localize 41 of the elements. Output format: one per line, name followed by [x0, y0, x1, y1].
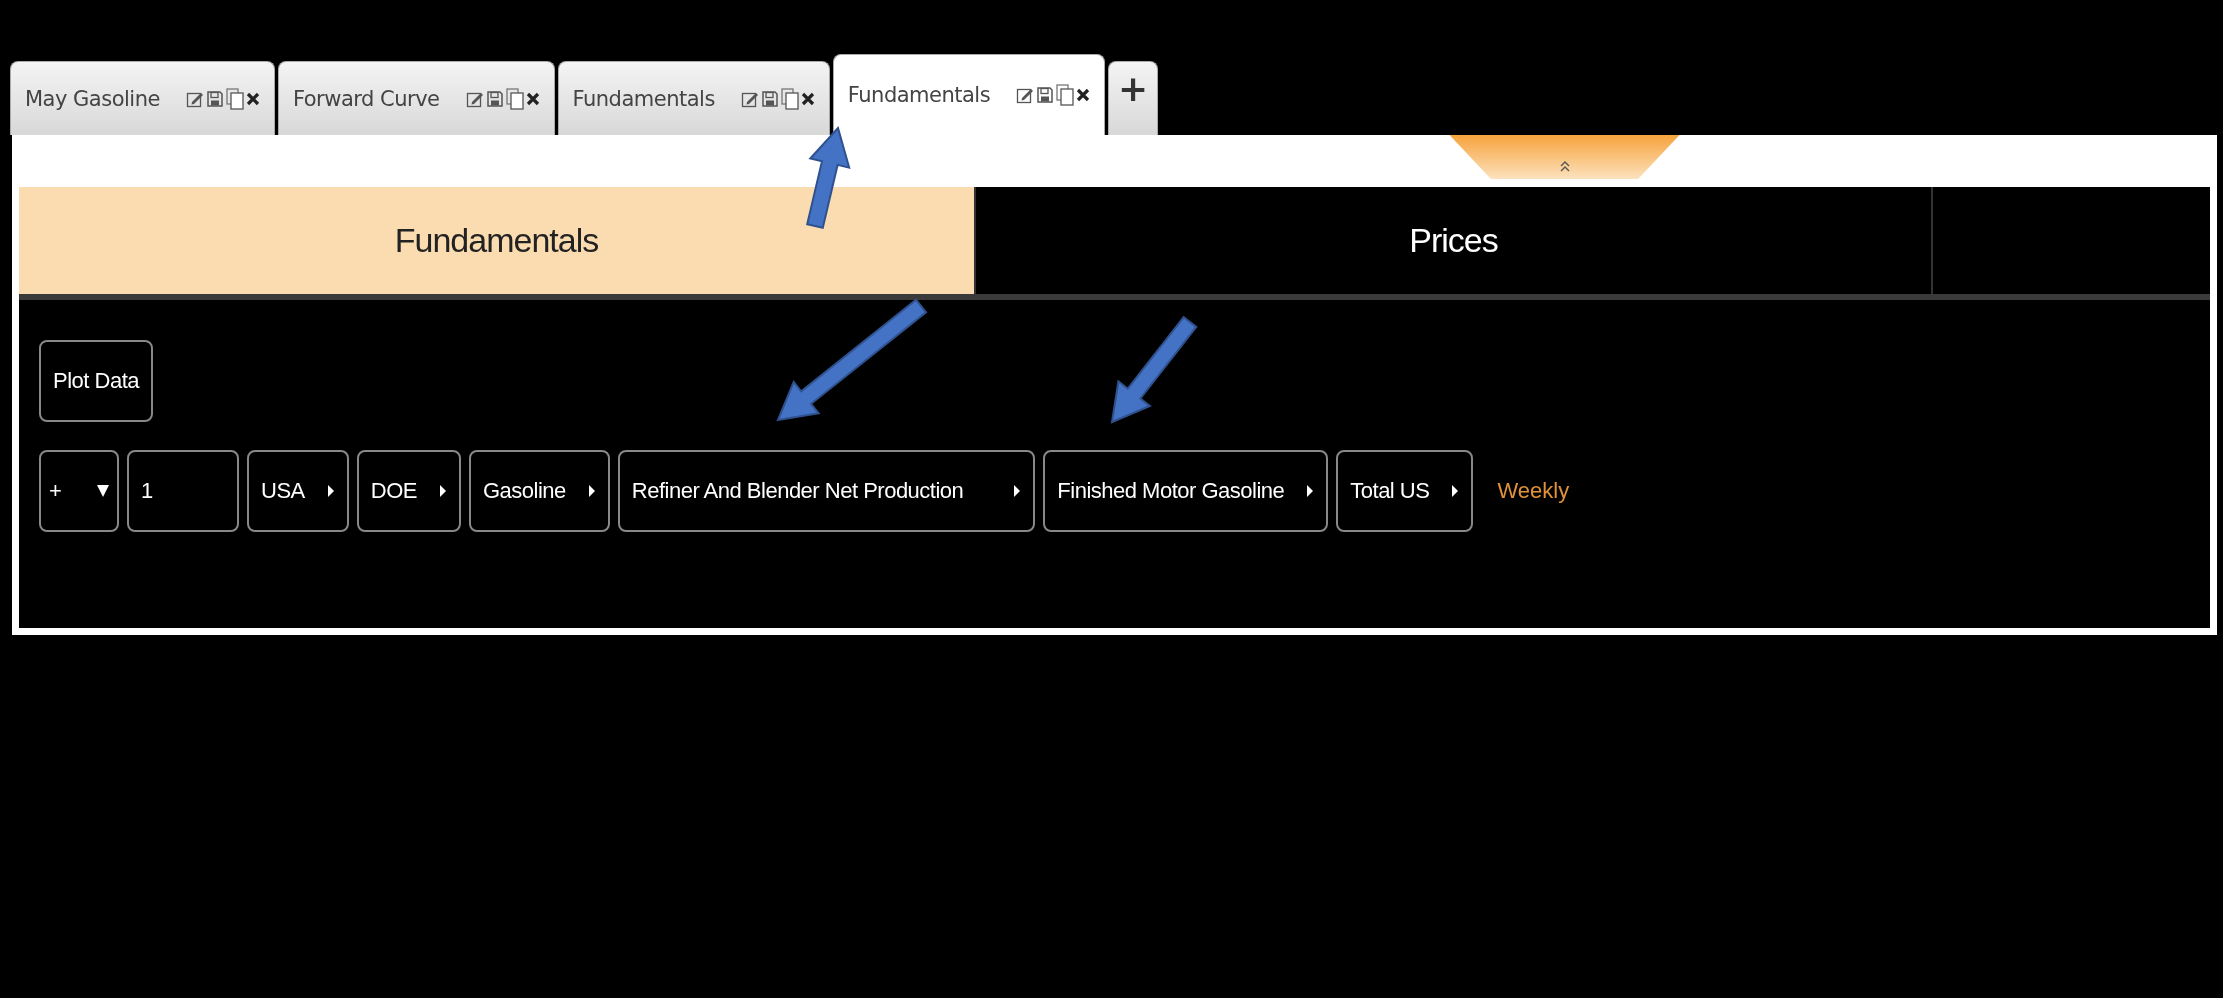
edit-icon[interactable]	[1016, 86, 1035, 104]
tab-label: Fundamentals	[572, 86, 715, 111]
caret-right-icon	[1013, 484, 1022, 498]
copy-icon[interactable]	[1056, 84, 1075, 106]
caret-right-icon	[326, 484, 335, 498]
caret-right-icon	[438, 484, 447, 498]
tab[interactable]: Fundamentals	[557, 61, 830, 135]
close-icon[interactable]	[800, 91, 815, 106]
path-button[interactable]: Gasoline	[468, 450, 610, 532]
save-icon[interactable]	[1036, 86, 1055, 104]
caret-right-icon	[1451, 484, 1460, 498]
close-icon[interactable]	[245, 91, 260, 106]
caret-right-icon	[587, 484, 596, 498]
copy-icon[interactable]	[225, 87, 244, 110]
number-field[interactable]: 1	[127, 450, 239, 532]
tab-label: Forward Curve	[292, 86, 440, 111]
path-button[interactable]: Total US	[1336, 450, 1474, 532]
close-icon[interactable]	[1076, 88, 1091, 102]
copy-icon[interactable]	[505, 87, 524, 110]
tab[interactable]: Fundamentals	[832, 54, 1106, 135]
add-tab-button[interactable]: +	[1108, 61, 1159, 135]
tab[interactable]: Forward Curve	[277, 61, 555, 135]
path-button[interactable]: USA	[247, 450, 349, 532]
tab-label: May Gasoline	[25, 86, 160, 111]
save-icon[interactable]	[760, 89, 779, 108]
copy-icon[interactable]	[780, 87, 799, 110]
frequency-label: Weekly	[1497, 478, 1570, 504]
path-button[interactable]: Finished Motor Gasoline	[1043, 450, 1329, 532]
save-icon[interactable]	[205, 89, 224, 108]
save-icon[interactable]	[485, 89, 504, 108]
close-icon[interactable]	[525, 91, 540, 106]
operator-dropdown[interactable]: +	[39, 450, 119, 532]
caret-icon	[97, 484, 109, 498]
double-chevron-up-icon	[1558, 159, 1571, 173]
tab-label: Fundamentals	[847, 83, 991, 107]
plot-data-button[interactable]: Plot Data	[39, 340, 153, 422]
tab[interactable]: May Gasoline	[10, 61, 275, 135]
path-button[interactable]: DOE	[356, 450, 461, 532]
path-button[interactable]: Refiner And Blender Net Production	[617, 450, 1036, 532]
caret-right-icon	[1306, 484, 1315, 498]
segment-tab[interactable]: Fundamentals	[19, 187, 976, 294]
